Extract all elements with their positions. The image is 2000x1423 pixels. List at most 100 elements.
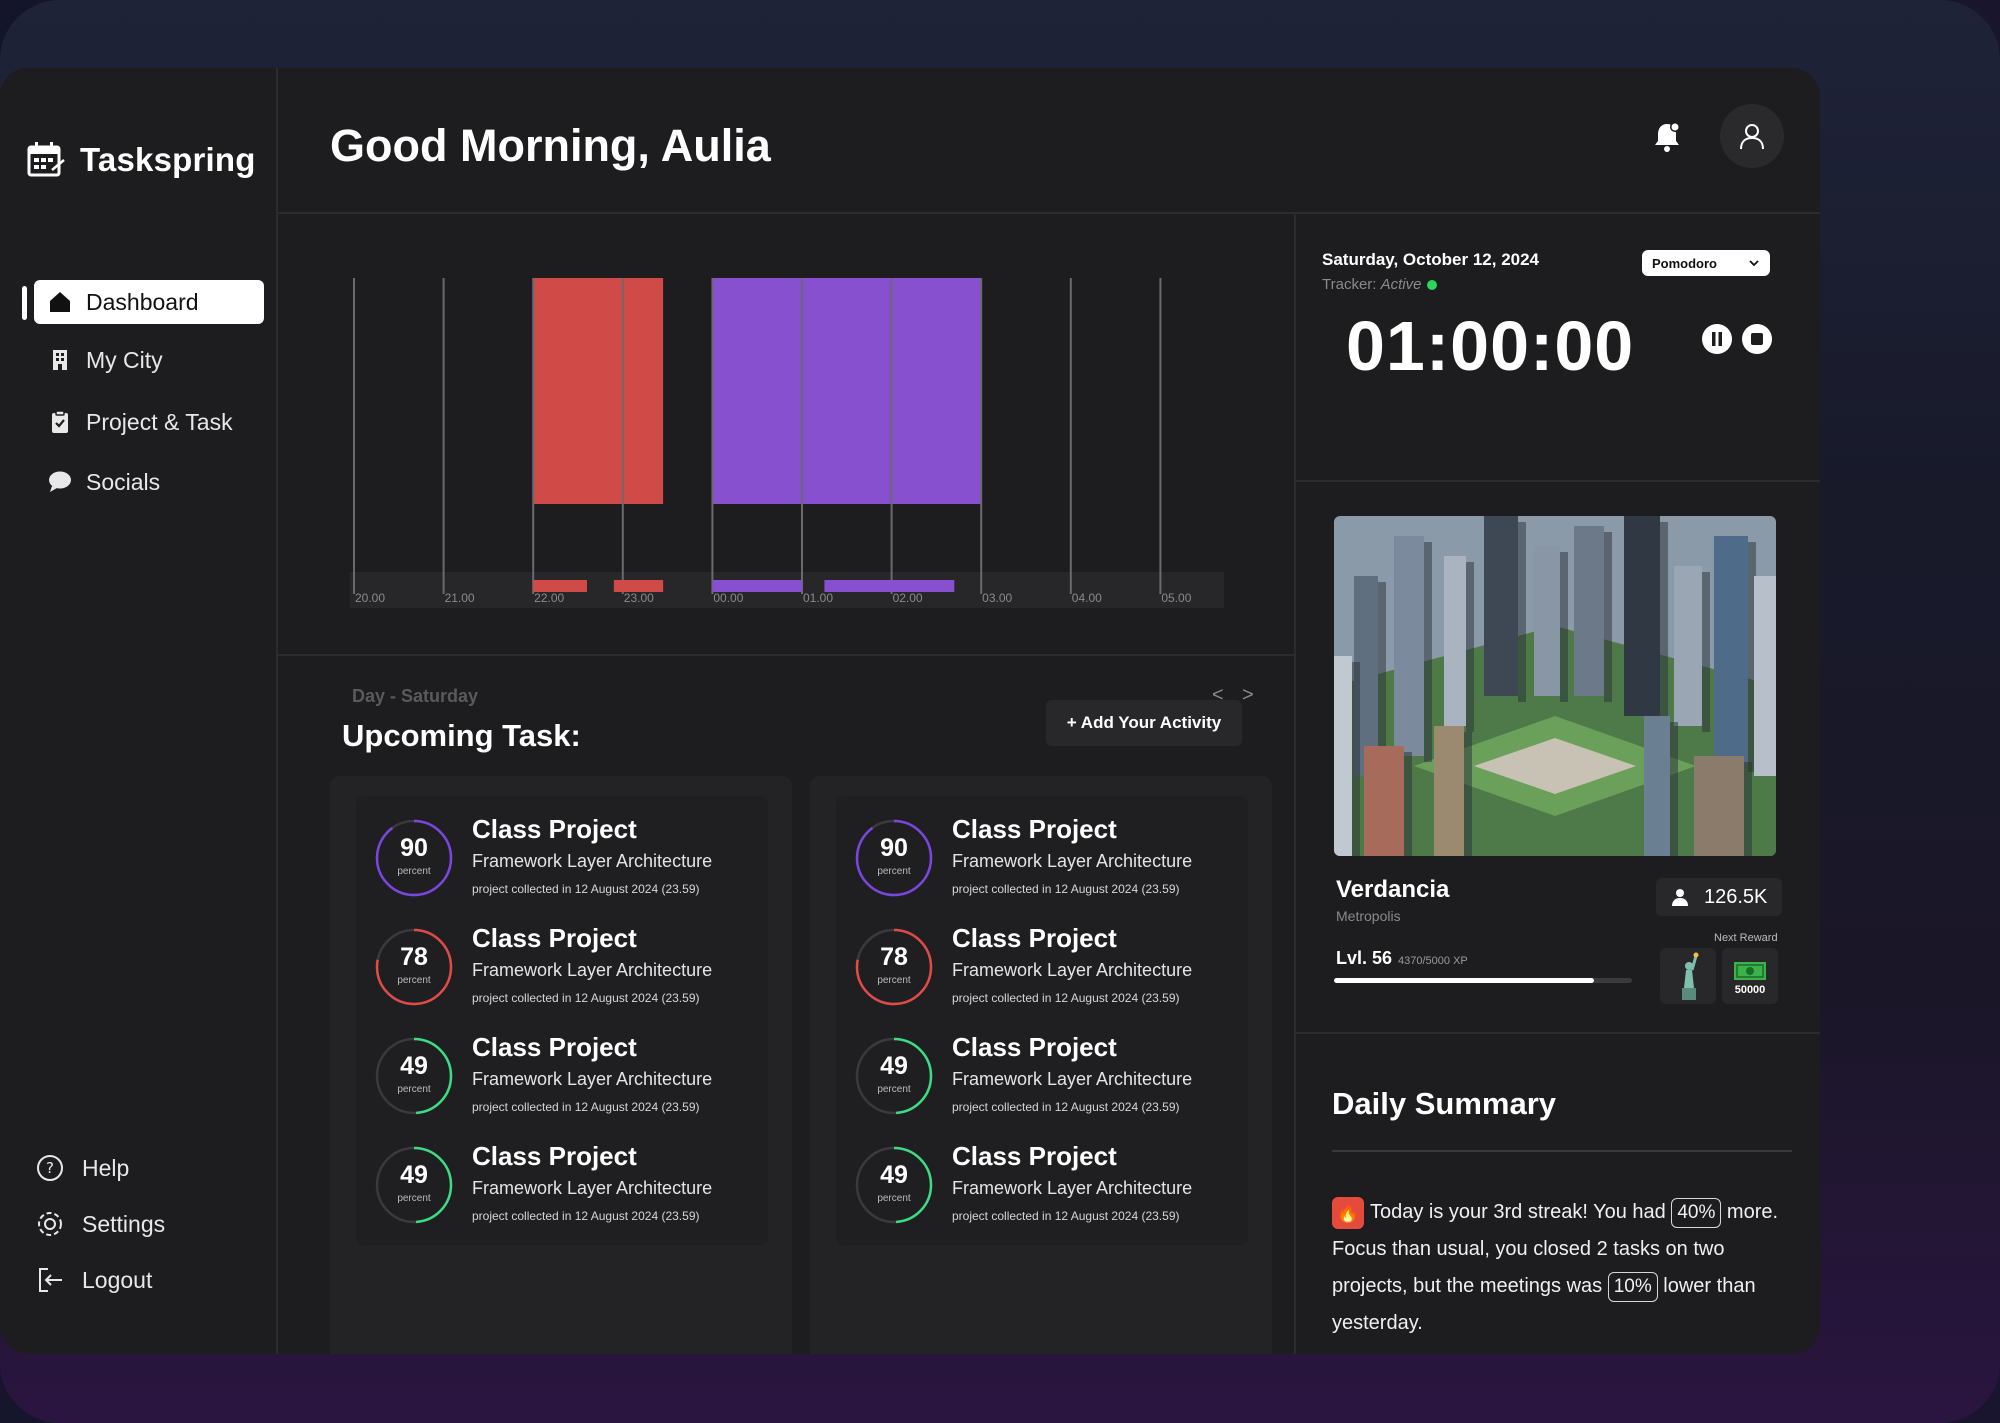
task-title: Class Project [952, 1141, 1117, 1171]
activity-block [712, 278, 982, 504]
city-building-shadow [1404, 752, 1412, 856]
task-subtitle: Framework Layer Architecture [472, 960, 713, 980]
task-percent-label: percent [877, 1193, 911, 1204]
task-title: Class Project [952, 923, 1117, 953]
tracker-panel: Saturday, October 12, 2024 Tracker: Acti… [1296, 214, 1820, 482]
task-card[interactable]: 49 percent Class Project Framework Layer Ar… [356, 1123, 768, 1245]
chat-bubble-icon [48, 470, 72, 494]
meeting-percent-badge: 10% [1607, 1272, 1658, 1302]
task-title: Class Project [472, 923, 637, 953]
notification-bell-icon[interactable] [1650, 120, 1684, 154]
activity-block [533, 278, 664, 504]
city-building-shadow [1670, 722, 1678, 856]
city-building [1334, 656, 1352, 856]
tracker-date: Saturday, October 12, 2024 [1322, 250, 1540, 269]
tracker-label: Tracker: [1322, 276, 1377, 293]
sidebar-item-project-task[interactable]: Project & Task [34, 400, 264, 444]
settings-link[interactable]: Settings [36, 1210, 165, 1238]
timer-mode-select[interactable]: Pomodoro [1642, 250, 1770, 276]
sidebar-item-socials[interactable]: Socials [34, 460, 264, 504]
task-meta: project collected in 12 August 2024 (23.… [472, 1209, 700, 1223]
device-frame: Taskspring Dashboard My City Project & T… [0, 0, 2000, 1423]
task-percent: 78 [400, 943, 428, 971]
task-subtitle: Framework Layer Architecture [472, 851, 713, 871]
logout-link[interactable]: Logout [36, 1266, 152, 1294]
task-meta: project collected in 12 August 2024 (23.… [952, 991, 1180, 1005]
task-percent-label: percent [397, 1193, 431, 1204]
task-percent-label: percent [397, 975, 431, 986]
task-meta: project collected in 12 August 2024 (23.… [952, 1209, 1180, 1223]
task-percent: 78 [880, 943, 908, 971]
x-tick-label: 03.00 [982, 591, 1012, 605]
city-building-shadow [1744, 762, 1752, 856]
task-subtitle: Framework Layer Architecture [952, 960, 1193, 980]
xp-progress-bar [1334, 978, 1632, 983]
city-building [1394, 536, 1424, 756]
help-icon: ? [37, 1155, 63, 1181]
city-image[interactable] [1334, 516, 1776, 856]
task-subtitle: Framework Layer Architecture [472, 1069, 713, 1089]
city-building [1574, 526, 1604, 696]
x-tick-label: 22.00 [534, 591, 564, 605]
mini-segment [712, 580, 802, 592]
task-title: Class Project [952, 814, 1117, 844]
building-icon [48, 348, 72, 372]
city-building-shadow [1464, 732, 1472, 856]
task-subtitle: Framework Layer Architecture [472, 1178, 713, 1198]
xp-value: 4370/5000 XP [1398, 955, 1468, 967]
city-building [1434, 726, 1464, 856]
help-label: Help [82, 1154, 130, 1181]
x-tick-label: 00.00 [713, 591, 743, 605]
task-percent-label: percent [397, 1084, 431, 1095]
sidebar-item-label: Dashboard [86, 288, 199, 315]
task-card[interactable]: 90 percent Class Project Framework Layer Ar… [836, 796, 1248, 918]
sidebar-item-my-city[interactable]: My City [34, 338, 264, 382]
calendar-logo-icon [27, 142, 65, 177]
task-card[interactable]: 78 percent Class Project Framework Layer Ar… [356, 905, 768, 1027]
reward-money[interactable]: 50000 [1722, 948, 1778, 1004]
reward-statue[interactable] [1660, 948, 1716, 1004]
x-tick-label: 02.00 [893, 591, 923, 605]
city-building [1624, 516, 1660, 716]
logout-label: Logout [82, 1266, 153, 1293]
activity-timeline-chart: 20.00 21.00 22.00 23.00 00.00 01.00 02.00 03.00… [350, 278, 1224, 608]
task-card[interactable]: 49 percent Class Project Framework Layer Ar… [836, 1014, 1248, 1136]
task-percent-label: percent [877, 866, 911, 877]
task-card[interactable]: 49 percent Class Project Framework Layer Ar… [836, 1123, 1248, 1245]
task-title: Class Project [952, 1032, 1117, 1062]
person-icon [1672, 889, 1688, 906]
mini-segment [613, 580, 664, 592]
task-card[interactable]: 90 percent Class Project Framework Layer Ar… [356, 796, 768, 918]
stop-button[interactable] [1742, 324, 1772, 354]
task-card[interactable]: 49 percent Class Project Framework Layer Ar… [356, 1014, 768, 1136]
task-percent: 49 [400, 1161, 428, 1189]
task-meta: project collected in 12 August 2024 (23.… [472, 882, 700, 896]
active-nav-indicator [22, 286, 27, 320]
summary-text: 🔥 Today is your 3rd streak! You had 40% m… [1332, 1194, 1792, 1342]
sidebar: Taskspring Dashboard My City Project & T… [0, 68, 278, 1354]
tracker-status: Tracker: Active [1322, 276, 1438, 293]
summary-part-1: Today is your 3rd streak! You had [1370, 1201, 1666, 1223]
gear-icon [38, 1212, 62, 1236]
task-column-left: 90 percent Class Project Framework Layer Ar… [330, 776, 792, 1354]
help-link[interactable]: ? Help [36, 1154, 129, 1182]
city-building-shadow [1660, 522, 1668, 722]
city-building-shadow [1352, 662, 1360, 856]
task-percent: 49 [880, 1161, 908, 1189]
profile-button[interactable] [1720, 104, 1784, 168]
x-tick-label: 23.00 [624, 591, 654, 605]
stop-icon [1751, 333, 1763, 345]
sidebar-item-dashboard[interactable]: Dashboard [34, 280, 264, 324]
city-panel: Verdancia Metropolis 126.5K Next Reward … [1296, 482, 1820, 1034]
brand[interactable]: Taskspring [26, 140, 256, 180]
pause-button[interactable] [1702, 324, 1732, 354]
isometric-city-illustration [1334, 516, 1776, 856]
x-tick-label: 20.00 [355, 591, 385, 605]
chevron-down-icon [1749, 260, 1759, 267]
page-title: Good Morning, Aulia [330, 120, 771, 171]
task-title: Class Project [472, 1141, 637, 1171]
tasks-title: Upcoming Task: [342, 718, 581, 753]
add-activity-button[interactable]: + Add Your Activity [1046, 700, 1242, 746]
task-card[interactable]: 78 percent Class Project Framework Layer Ar… [836, 905, 1248, 1027]
task-column-right: 90 percent Class Project Framework Layer Ar… [810, 776, 1272, 1354]
